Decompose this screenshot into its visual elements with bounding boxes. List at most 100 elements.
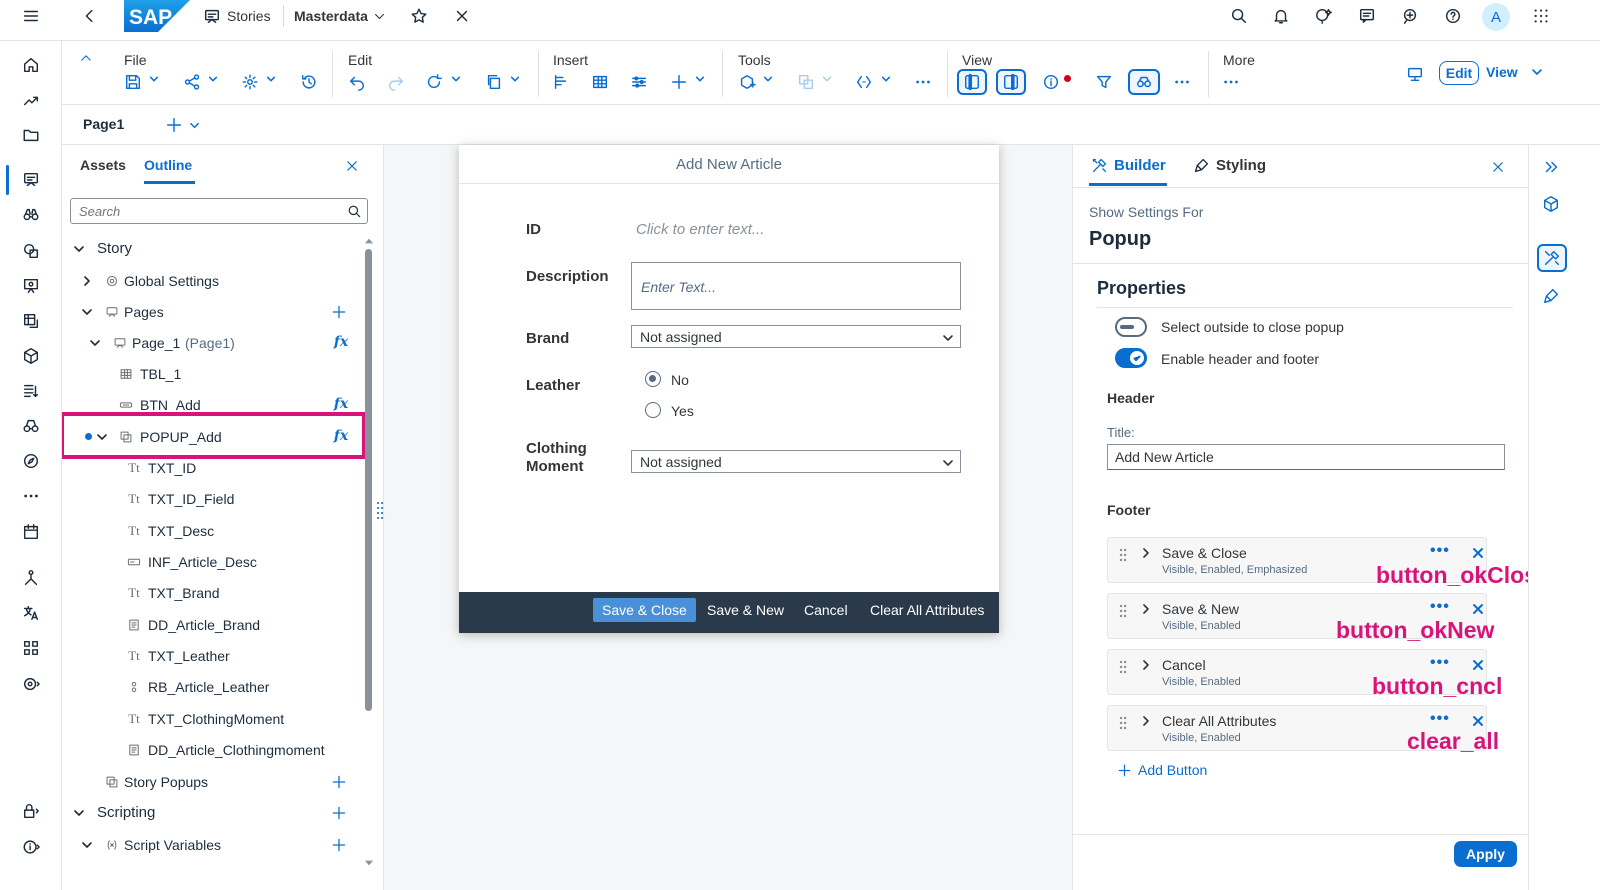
save-icon[interactable] [120, 69, 146, 95]
apply-button[interactable]: Apply [1454, 841, 1517, 867]
add-icon[interactable] [666, 69, 692, 95]
settings-gear-icon[interactable] [237, 69, 263, 95]
clear-all-attributes-button[interactable]: Clear All Attributes [861, 598, 993, 622]
more-options-icon[interactable]: ••• [1430, 710, 1450, 728]
tab-builder[interactable]: Builder [1091, 157, 1166, 174]
tree-item-txt-brand[interactable]: Tt TXT_Brand [62, 577, 362, 608]
panel-resize-handle-icon[interactable] [377, 500, 383, 520]
add-footer-button[interactable]: Add Button [1117, 762, 1207, 778]
chevron-down-icon[interactable] [88, 336, 102, 350]
folder-icon[interactable] [17, 121, 45, 149]
chevron-right-icon[interactable] [1140, 547, 1152, 559]
page-tab[interactable]: Page1 [83, 116, 124, 132]
drag-handle-icon[interactable] [1117, 603, 1129, 619]
notification-bell-icon[interactable] [1270, 0, 1292, 32]
right-panel-toggle-icon[interactable] [996, 69, 1026, 95]
tree-item-story-popups[interactable]: Story Popups [62, 766, 362, 797]
brand-dropdown[interactable]: Not assigned [631, 325, 961, 348]
chevron-down-icon[interactable] [266, 74, 276, 84]
outline-search[interactable] [70, 198, 368, 224]
left-panel-toggle-icon[interactable] [957, 69, 987, 95]
add-variable-icon[interactable] [330, 836, 348, 854]
trend-icon[interactable] [17, 86, 45, 114]
chevron-down-icon[interactable] [72, 806, 86, 820]
undo-icon[interactable] [344, 69, 370, 95]
back-icon[interactable] [80, 0, 100, 32]
chevron-right-icon[interactable] [1140, 715, 1152, 727]
ai-assistant-icon[interactable] [1313, 0, 1335, 32]
tree-item-global-settings[interactable]: Global Settings [62, 265, 362, 296]
more-actions-icon[interactable] [1218, 69, 1244, 95]
more-options-icon[interactable]: ••• [1430, 654, 1450, 672]
leather-radio-no[interactable] [645, 371, 661, 387]
stories-nav-icon[interactable] [17, 166, 45, 194]
tree-item-pages[interactable]: Pages [62, 296, 362, 327]
tree-item-page-1[interactable]: Page_1 (Page1) fx [62, 327, 362, 358]
fx-script-icon[interactable]: fx [332, 333, 350, 351]
title-field[interactable] [1107, 444, 1505, 470]
input-control-icon[interactable] [626, 69, 652, 95]
collaboration-icon[interactable] [1399, 0, 1421, 32]
chevron-right-icon[interactable] [80, 274, 94, 288]
calendar-icon[interactable] [17, 518, 45, 546]
enable-header-footer-toggle[interactable] [1115, 348, 1147, 368]
collapse-toolbar-icon[interactable] [78, 50, 94, 66]
copy-icon[interactable] [481, 69, 507, 95]
remove-icon[interactable] [1472, 603, 1484, 615]
add-page-icon[interactable] [330, 303, 348, 321]
chevron-down-icon[interactable] [822, 74, 832, 84]
tree-item-txt-leather[interactable]: Tt TXT_Leather [62, 640, 362, 671]
chevron-down-icon[interactable] [763, 74, 773, 84]
tree-item-script-variables[interactable]: Script Variables [62, 829, 362, 860]
search-input[interactable] [71, 199, 331, 223]
scroll-down-arrow-icon[interactable] [365, 860, 373, 866]
description-input[interactable]: Enter Text... [631, 262, 961, 310]
select-outside-toggle[interactable] [1115, 317, 1147, 337]
content-network-icon[interactable] [17, 634, 45, 662]
stories-icon[interactable] [202, 0, 222, 32]
app-grid-icon[interactable] [1530, 0, 1552, 32]
data-cube-icon[interactable] [1537, 190, 1565, 218]
translation-icon[interactable] [17, 599, 45, 627]
cancel-button[interactable]: Cancel [795, 598, 857, 622]
clothing-moment-dropdown[interactable]: Not assigned [631, 450, 961, 473]
story-name[interactable]: Masterdata [294, 0, 368, 32]
info-icon[interactable] [17, 833, 45, 861]
refresh-icon[interactable] [421, 69, 447, 95]
chevron-down-icon[interactable] [372, 0, 386, 32]
avatar[interactable]: A [1482, 3, 1510, 31]
chevron-down-icon[interactable] [695, 74, 705, 84]
datasets-icon[interactable] [17, 307, 45, 335]
chevron-down-icon[interactable] [149, 74, 159, 84]
tree-item-txt-clothingmoment[interactable]: Tt TXT_ClothingMoment [62, 703, 362, 734]
sort-list-icon[interactable] [17, 377, 45, 405]
system-icon[interactable] [17, 670, 45, 698]
chevron-down-icon[interactable] [188, 119, 200, 131]
add-page-icon[interactable] [164, 115, 184, 135]
tab-styling[interactable]: Styling [1193, 157, 1266, 174]
drag-handle-icon[interactable] [1117, 659, 1129, 675]
outline-scrollbar[interactable] [365, 249, 372, 711]
filter-icon[interactable] [1091, 69, 1117, 95]
star-icon[interactable] [408, 0, 430, 32]
chevron-right-icon[interactable] [1140, 603, 1152, 615]
info-panel-icon[interactable] [1038, 69, 1064, 95]
chevron-down-icon[interactable] [451, 74, 461, 84]
chevron-down-icon[interactable] [510, 74, 520, 84]
remove-icon[interactable] [1472, 659, 1484, 671]
search-icon[interactable] [1228, 0, 1250, 32]
share-icon[interactable] [179, 69, 205, 95]
chevron-down-icon[interactable] [80, 838, 94, 852]
view-more-icon[interactable] [1169, 69, 1195, 95]
builder-rail-icon[interactable] [1537, 244, 1567, 272]
hierarchy-icon[interactable] [17, 564, 45, 592]
close-icon[interactable] [452, 0, 472, 32]
id-text-field[interactable]: Click to enter text... [636, 221, 764, 238]
chevron-down-icon[interactable] [208, 74, 218, 84]
save-close-button[interactable]: Save & Close [593, 598, 696, 622]
view-mode-button[interactable]: View [1486, 64, 1518, 80]
chevron-down-icon[interactable] [881, 74, 891, 84]
close-panel-icon[interactable] [344, 158, 360, 174]
security-icon[interactable] [17, 797, 45, 825]
tree-item-txt-id-field[interactable]: Tt TXT_ID_Field [62, 483, 362, 514]
